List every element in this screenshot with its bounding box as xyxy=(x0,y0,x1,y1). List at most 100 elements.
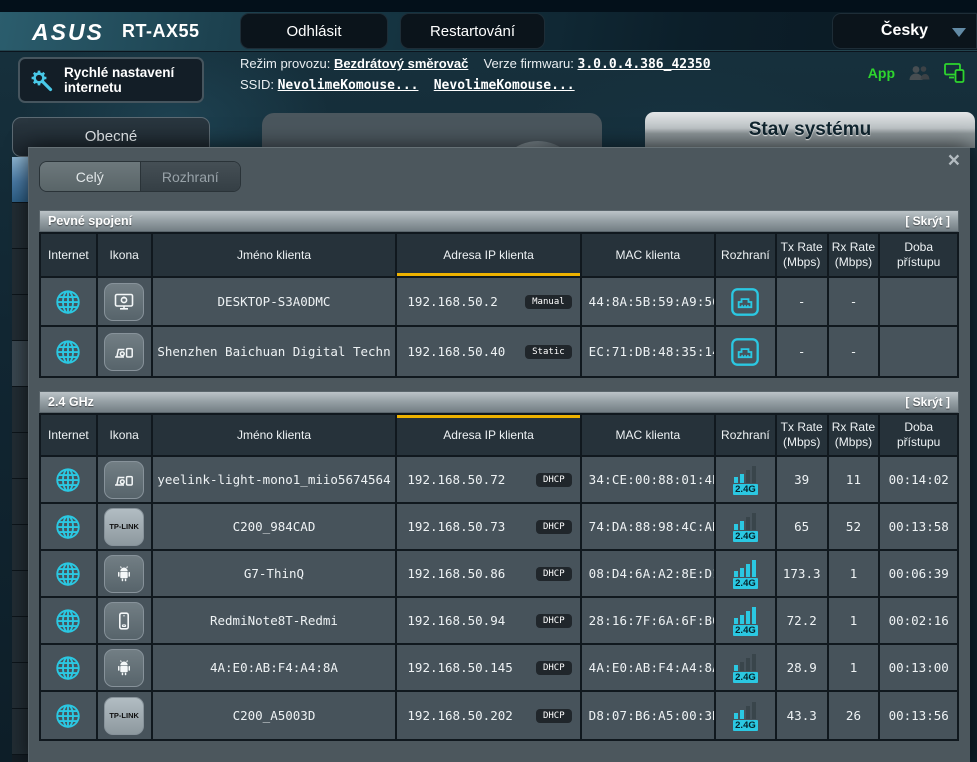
client-row[interactable]: 4A:E0:AB:F4:A4:8A 192.168.50.145 DHCP 4A… xyxy=(41,645,957,692)
wifi-signal-icon: 2.4G xyxy=(733,465,758,495)
client-mac: D8:07:B6:A5:00:3D xyxy=(582,692,716,739)
internet-cell xyxy=(41,598,98,643)
gear-wrench-icon xyxy=(28,66,56,94)
column-header[interactable]: Tx Rate (Mbps) xyxy=(777,415,829,455)
section-title: 2.4 GHz xyxy=(48,395,94,409)
firmware-link[interactable]: 3.0.0.4.386_42350 xyxy=(578,57,711,72)
rx-rate: 26 xyxy=(829,692,881,739)
tab-interface[interactable]: Rozhraní xyxy=(140,162,241,191)
client-row[interactable]: TP-LINK C200_984CAD 192.168.50.73 DHCP 7… xyxy=(41,504,957,551)
client-row[interactable]: RedmiNote8T-Redmi 192.168.50.94 DHCP 28:… xyxy=(41,598,957,645)
icon-cell[interactable] xyxy=(98,598,153,643)
client-ip: 192.168.50.202 xyxy=(407,708,512,723)
android-icon[interactable] xyxy=(104,649,144,687)
access-time: 00:06:39 xyxy=(880,551,957,596)
internet-globe-icon xyxy=(53,465,83,495)
device-sync-icon[interactable] xyxy=(943,62,967,84)
icon-cell[interactable] xyxy=(98,327,153,376)
column-header[interactable]: Rozhraní xyxy=(716,415,777,455)
router-info: Režim provozu: Bezdrátový směrovač Verze… xyxy=(240,54,711,96)
tx-rate: - xyxy=(777,327,829,376)
tab-all[interactable]: Celý xyxy=(40,162,140,191)
wifi-signal-icon: 2.4G xyxy=(733,606,758,636)
internet-cell xyxy=(41,504,98,549)
column-header[interactable]: Ikona xyxy=(98,415,153,455)
column-header[interactable]: Ikona xyxy=(98,234,153,276)
client-row[interactable]: DESKTOP-S3A0DMC 192.168.50.2 Manual 44:8… xyxy=(41,278,957,327)
language-label: Česky xyxy=(881,22,928,40)
rx-rate: 11 xyxy=(829,457,881,502)
close-icon[interactable]: × xyxy=(948,150,960,172)
system-status-tab[interactable]: Stav systému xyxy=(645,112,975,148)
mode-label: Režim provozu: xyxy=(240,56,330,71)
mode-link[interactable]: Bezdrátový směrovač xyxy=(334,56,468,71)
column-header[interactable]: MAC klienta xyxy=(582,234,716,276)
band-badge: 2.4G xyxy=(733,531,758,542)
hide-link[interactable]: [ Skrýt ] xyxy=(905,214,950,228)
sidebar-item-active[interactable] xyxy=(12,157,28,203)
section-header: Pevné spojení [ Skrýt ] xyxy=(39,210,959,232)
devices-icon[interactable] xyxy=(104,333,144,371)
icon-cell[interactable]: TP-LINK xyxy=(98,504,153,549)
top-banner: ASUS RT-AX55 Odhlásit Restartování Česky xyxy=(0,12,977,51)
quick-internet-setup-button[interactable]: Rychlé nastavení internetu xyxy=(18,57,204,103)
interface-cell: 2.4G xyxy=(716,504,777,549)
client-mac: 44:8A:5B:59:A9:56 xyxy=(582,278,716,325)
column-header[interactable]: Rx Rate (Mbps) xyxy=(829,415,881,455)
app-link[interactable]: App xyxy=(868,65,895,81)
column-header[interactable]: Doba přístupu xyxy=(880,415,957,455)
tplink-logo-icon[interactable]: TP-LINK xyxy=(104,697,144,735)
table-header-row: InternetIkonaJméno klientaAdresa IP klie… xyxy=(41,415,957,457)
reboot-button[interactable]: Restartování xyxy=(400,13,545,49)
access-time: 00:02:16 xyxy=(880,598,957,643)
clients-people-icon[interactable] xyxy=(907,64,931,82)
client-name: 4A:E0:AB:F4:A4:8A xyxy=(153,645,398,690)
interface-cell: 2.4G xyxy=(716,645,777,690)
column-header[interactable]: Rx Rate (Mbps) xyxy=(829,234,881,276)
chevron-down-icon xyxy=(952,28,966,37)
access-time: 00:13:56 xyxy=(880,692,957,739)
column-header[interactable]: Adresa IP klienta xyxy=(397,415,581,455)
client-row[interactable]: Shenzhen Baichuan Digital Techn 192.168.… xyxy=(41,327,957,376)
icon-cell[interactable] xyxy=(98,457,153,502)
logout-button[interactable]: Odhlásit xyxy=(240,13,388,49)
column-header[interactable]: Internet xyxy=(41,234,98,276)
access-time: 00:13:00 xyxy=(880,645,957,690)
devices-icon[interactable] xyxy=(104,461,144,499)
internet-globe-icon xyxy=(53,606,83,636)
tplink-logo-icon[interactable]: TP-LINK xyxy=(104,508,144,546)
band-badge: 2.4G xyxy=(733,625,758,636)
phone-icon[interactable] xyxy=(104,602,144,640)
language-dropdown[interactable]: Česky xyxy=(832,13,977,49)
column-header[interactable]: Doba přístupu xyxy=(880,234,957,276)
column-header[interactable]: Internet xyxy=(41,415,98,455)
column-header[interactable]: Adresa IP klienta xyxy=(397,234,581,276)
desktop-icon[interactable] xyxy=(104,283,144,321)
client-ip: 192.168.50.86 xyxy=(407,566,505,581)
client-ip: 192.168.50.94 xyxy=(407,613,505,628)
interface-cell xyxy=(716,327,777,376)
ip-mode-badge: DHCP xyxy=(536,661,572,675)
ssid-link-2[interactable]: NevolimeKomouse... xyxy=(434,78,575,93)
column-header[interactable]: Jméno klienta xyxy=(153,415,398,455)
android-icon[interactable] xyxy=(104,555,144,593)
info-line-2: SSID: NevolimeKomouse... NevolimeKomouse… xyxy=(240,75,711,96)
client-mac: 74:DA:88:98:4C:AD xyxy=(582,504,716,549)
client-row[interactable]: G7-ThinQ 192.168.50.86 DHCP 08:D4:6A:A2:… xyxy=(41,551,957,598)
column-header[interactable]: MAC klienta xyxy=(582,415,716,455)
hide-link[interactable]: [ Skrýt ] xyxy=(905,395,950,409)
column-header[interactable]: Tx Rate (Mbps) xyxy=(777,234,829,276)
ip-cell: 192.168.50.73 DHCP xyxy=(397,504,581,549)
ip-cell: 192.168.50.94 DHCP xyxy=(397,598,581,643)
tx-rate: 39 xyxy=(777,457,829,502)
column-header[interactable]: Rozhraní xyxy=(716,234,777,276)
icon-cell[interactable] xyxy=(98,278,153,325)
ssid-link-1[interactable]: NevolimeKomouse... xyxy=(278,78,419,93)
client-row[interactable]: TP-LINK C200_A5003D 192.168.50.202 DHCP … xyxy=(41,692,957,739)
icon-cell[interactable] xyxy=(98,551,153,596)
ip-cell: 192.168.50.86 DHCP xyxy=(397,551,581,596)
icon-cell[interactable] xyxy=(98,645,153,690)
client-row[interactable]: yeelink-light-mono1_miio5674564 192.168.… xyxy=(41,457,957,504)
icon-cell[interactable]: TP-LINK xyxy=(98,692,153,739)
column-header[interactable]: Jméno klienta xyxy=(153,234,398,276)
